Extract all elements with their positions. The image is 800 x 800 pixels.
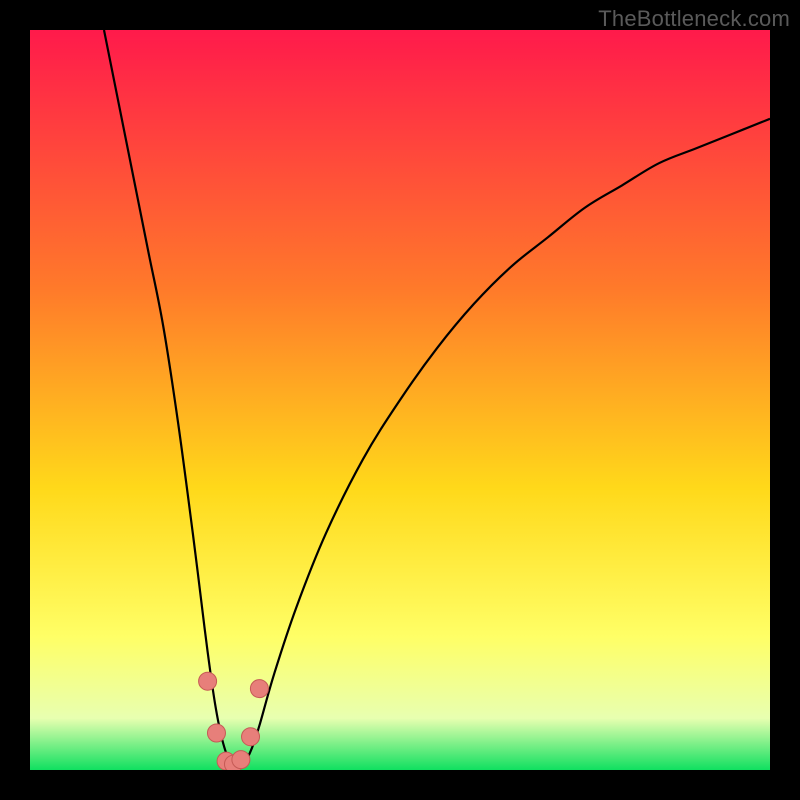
curve-marker — [232, 751, 250, 769]
curve-marker — [199, 672, 217, 690]
curve-marker — [242, 728, 260, 746]
watermark-text: TheBottleneck.com — [598, 6, 790, 32]
curve-marker — [207, 724, 225, 742]
curve-marker — [250, 680, 268, 698]
chart-frame — [30, 30, 770, 770]
bottleneck-chart — [30, 30, 770, 770]
